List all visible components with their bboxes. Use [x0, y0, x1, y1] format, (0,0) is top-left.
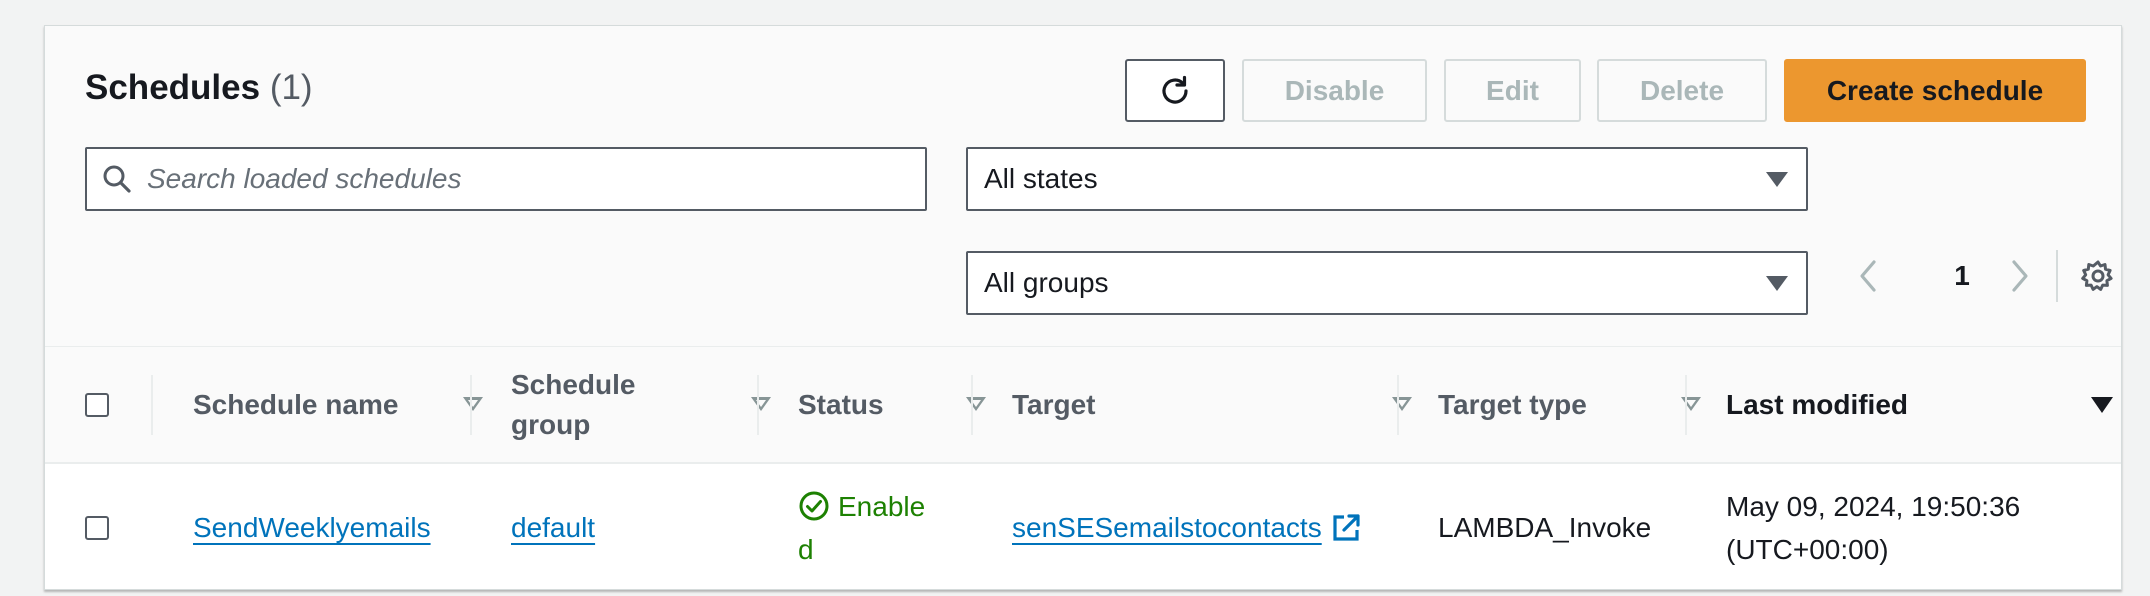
group-filter-value: All groups — [984, 267, 1109, 298]
refresh-button[interactable] — [1125, 59, 1225, 122]
sort-icon — [463, 397, 483, 411]
column-label: Last modified — [1726, 389, 1909, 420]
search-input[interactable]: Search loaded schedules — [85, 147, 927, 211]
group-filter-select[interactable]: All groups — [966, 251, 1808, 315]
previous-page-button[interactable] — [1851, 253, 1885, 299]
schedules-panel: Schedules (1) Disable Edit Delete Create… — [44, 25, 2122, 590]
column-label: Schedule name — [193, 389, 399, 420]
column-header-last-modified[interactable]: Last modified — [1726, 347, 2113, 463]
column-label: Schedule group — [511, 369, 636, 440]
select-all-checkbox[interactable] — [85, 393, 109, 417]
column-label: Target — [1012, 389, 1096, 420]
last-modified-timezone: (UTC+00:00) — [1726, 533, 1889, 565]
sort-icon — [1392, 397, 1412, 411]
caret-down-icon — [1766, 171, 1788, 187]
status-text: Enable — [838, 490, 926, 522]
schedule-name-cell: SendWeeklyemails — [193, 464, 431, 589]
page-number-button[interactable]: 1 — [1945, 253, 1979, 299]
column-divider — [971, 375, 973, 435]
column-divider — [757, 375, 759, 435]
row-checkbox-cell[interactable] — [85, 464, 109, 589]
column-divider — [470, 375, 472, 435]
column-header-schedule-group[interactable]: Schedule group — [511, 347, 771, 463]
target-link[interactable]: senSESemailstocontacts — [1012, 512, 1322, 544]
schedule-name-link[interactable]: SendWeeklyemails — [193, 512, 431, 544]
status-text-wrap: d — [798, 533, 814, 565]
column-header-target[interactable]: Target — [1012, 347, 1412, 463]
search-placeholder: Search loaded schedules — [147, 163, 462, 194]
row-checkbox[interactable] — [85, 515, 109, 540]
column-header-target-type[interactable]: Target type — [1438, 347, 1701, 463]
edit-button[interactable]: Edit — [1444, 59, 1581, 122]
status-cell: Enable d — [798, 464, 925, 589]
column-divider — [1685, 375, 1687, 435]
search-icon — [101, 163, 133, 195]
column-header-schedule-name[interactable]: Schedule name — [193, 347, 483, 463]
gear-icon — [2081, 260, 2113, 291]
sort-icon — [751, 397, 771, 411]
column-label: Status — [798, 389, 884, 420]
refresh-icon — [1162, 75, 1188, 104]
sort-icon — [1681, 397, 1701, 411]
toolbar-divider — [2056, 250, 2058, 302]
state-filter-value: All states — [984, 163, 1098, 194]
page-title: Schedules (1) — [85, 68, 313, 108]
sort-descending-icon — [2091, 397, 2113, 413]
target-cell: senSESemailstocontacts — [1012, 464, 1362, 589]
chevron-right-icon — [2012, 260, 2028, 292]
schedule-count: (1) — [269, 68, 313, 107]
column-label: Target type — [1438, 389, 1587, 420]
disable-button[interactable]: Disable — [1242, 59, 1427, 122]
target-type-cell: LAMBDA_Invoke — [1438, 511, 1652, 543]
table-header: Schedule name Schedule group Status Targ… — [45, 346, 2121, 464]
sort-icon — [966, 397, 986, 411]
title-text: Schedules — [85, 68, 261, 107]
next-page-button[interactable] — [2003, 253, 2037, 299]
schedule-group-cell: default — [511, 464, 595, 589]
create-schedule-button[interactable]: Create schedule — [1784, 59, 2086, 122]
status-success-icon — [799, 491, 829, 521]
caret-down-icon — [1766, 275, 1788, 291]
preferences-button[interactable] — [2078, 253, 2118, 299]
chevron-left-icon — [1860, 260, 1876, 292]
state-filter-select[interactable]: All states — [966, 147, 1808, 211]
last-modified-cell: May 09, 2024, 19:50:36 (UTC+00:00) — [1726, 464, 2021, 589]
status-badge: Enable d — [798, 485, 925, 571]
last-modified-date: May 09, 2024, 19:50:36 — [1726, 490, 2021, 522]
schedule-group-link[interactable]: default — [511, 512, 595, 544]
column-divider — [1397, 375, 1399, 435]
column-divider — [151, 375, 153, 435]
external-link-icon[interactable] — [1330, 512, 1362, 544]
delete-button[interactable]: Delete — [1597, 59, 1767, 122]
table-row: SendWeeklyemails default Enable d senSES… — [45, 464, 2121, 589]
column-header-status[interactable]: Status — [798, 347, 986, 463]
select-all-checkbox-cell[interactable] — [85, 347, 125, 463]
